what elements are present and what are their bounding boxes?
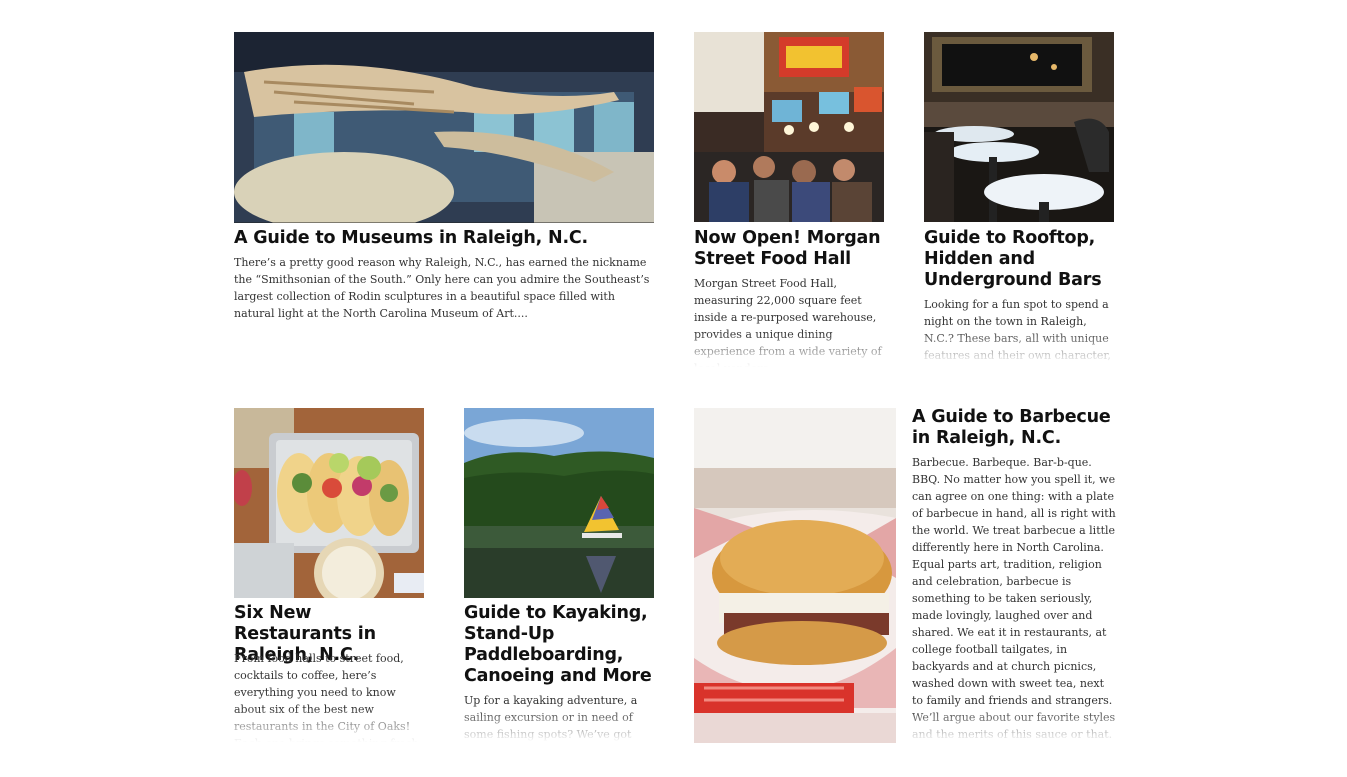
article-excerpt: Looking for a fun spot to spend a night … <box>924 296 1114 364</box>
tacos-image[interactable] <box>234 408 424 598</box>
sailboat-lake-image[interactable] <box>464 408 654 598</box>
bar-interior-image[interactable] <box>924 32 1114 222</box>
museum-whale-skeleton-image[interactable] <box>234 32 654 223</box>
barbecue-sandwich-image[interactable] <box>694 408 896 743</box>
article-title[interactable]: A Guide to Museums in Raleigh, N.C. <box>234 228 654 249</box>
article-excerpt: Morgan Street Food Hall, measuring 22,00… <box>694 275 884 367</box>
article-excerpt: There’s a pretty good reason why Raleigh… <box>234 256 650 320</box>
article-title[interactable]: A Guide to Barbecue in Raleigh, N.C. <box>912 407 1117 449</box>
article-excerpt: Up for a kayaking adventure, a sailing e… <box>464 692 654 742</box>
article-title[interactable]: Guide to Kayaking, Stand-Up Paddleboardi… <box>464 603 654 687</box>
article-excerpt: From food halls to street food, cocktail… <box>234 650 424 742</box>
article-title[interactable]: Now Open! Morgan Street Food Hall <box>694 228 884 270</box>
article-title[interactable]: Guide to Rooftop, Hidden and Underground… <box>924 228 1114 291</box>
article-excerpt: Barbecue. Barbeque. Bar-b-que. BBQ. No m… <box>912 456 1117 742</box>
food-hall-interior-image[interactable] <box>694 32 884 222</box>
